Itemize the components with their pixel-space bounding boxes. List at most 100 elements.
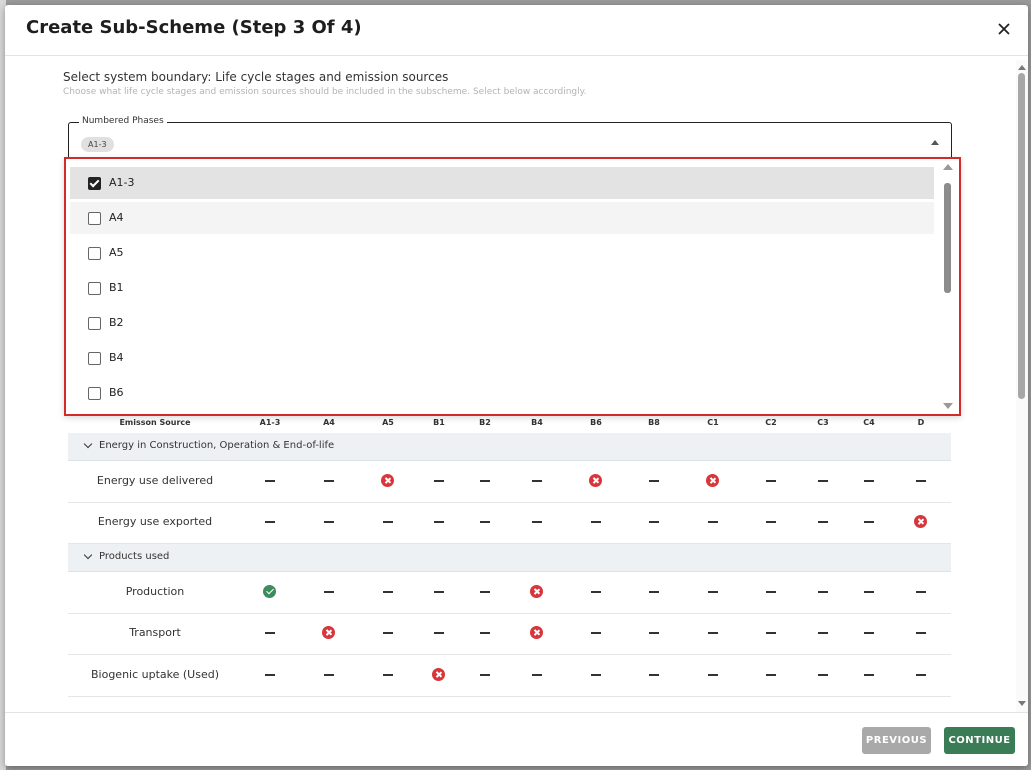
phase-option[interactable]: B2 [70,307,934,339]
checkbox-checked-icon[interactable] [88,177,101,190]
dash-icon [324,480,334,482]
scroll-up-icon[interactable] [1018,65,1026,70]
not-applicable-cell [706,668,720,682]
x-circle-icon [589,474,602,487]
not-applicable-cell [478,474,492,488]
included-icon[interactable] [263,585,277,599]
close-icon [998,23,1010,35]
header-col: C2 [765,418,777,427]
not-applicable-cell [589,668,603,682]
excluded-icon[interactable] [432,668,446,682]
not-applicable-cell [530,474,544,488]
dash-icon [480,521,490,523]
phase-option-label: A5 [109,246,124,259]
dash-icon [434,632,444,634]
section-subtitle: Choose what life cycle stages and emissi… [63,87,587,97]
group-label: Energy in Construction, Operation & End-… [99,440,335,451]
not-applicable-cell [381,668,395,682]
dash-icon [649,480,659,482]
row-label: Energy use delivered [96,474,214,487]
excluded-icon[interactable] [589,474,603,488]
dropdown-scrollbar-thumb[interactable] [944,183,951,293]
excluded-icon[interactable] [381,474,395,488]
not-applicable-cell [322,668,336,682]
dash-icon [818,632,828,634]
dash-icon [591,521,601,523]
dash-icon [649,674,659,676]
dash-icon [591,591,601,593]
not-applicable-cell [478,515,492,529]
not-applicable-cell [816,626,830,640]
excluded-icon[interactable] [706,474,720,488]
phase-option[interactable]: A1-3 [70,167,934,199]
modal-scrollbar-thumb[interactable] [1018,73,1025,399]
not-applicable-cell [816,474,830,488]
excluded-icon[interactable] [914,515,928,529]
scroll-down-icon[interactable] [1018,701,1026,706]
checkbox-icon[interactable] [88,352,101,365]
not-applicable-cell [478,668,492,682]
not-applicable-cell [263,626,277,640]
dash-icon [766,521,776,523]
dash-icon [766,632,776,634]
chevron-down-icon[interactable] [83,550,93,560]
x-circle-icon [914,515,927,528]
chevron-down-icon[interactable] [83,439,93,449]
phase-option[interactable]: B6 [70,377,934,409]
phase-option-label: A1-3 [109,176,135,189]
not-applicable-cell [381,626,395,640]
modal-content: Select system boundary: Life cycle stage… [5,56,1028,711]
not-applicable-cell [764,474,778,488]
table-row: Transport [68,613,951,655]
group-row-products[interactable]: Products used [68,544,951,572]
table-row: Production [68,572,951,614]
checkbox-icon[interactable] [88,247,101,260]
close-button[interactable] [994,19,1014,39]
header-col: A5 [382,418,394,427]
not-applicable-cell [381,515,395,529]
phase-option[interactable]: B1 [70,272,934,304]
header-col: B1 [433,418,445,427]
header-col: B8 [648,418,660,427]
dash-icon [324,591,334,593]
excluded-icon[interactable] [322,626,336,640]
table-row: Energy use exported [68,502,951,544]
caret-up-icon[interactable] [931,140,939,145]
phase-option[interactable]: A5 [70,237,934,269]
dash-icon [434,521,444,523]
check-circle-icon [263,585,276,598]
dash-icon [708,632,718,634]
continue-button[interactable]: CONTINUE [944,727,1015,754]
selected-phase-chip[interactable]: A1-3 [81,137,114,152]
excluded-icon[interactable] [530,626,544,640]
not-applicable-cell [478,626,492,640]
checkbox-icon[interactable] [88,317,101,330]
not-applicable-cell [862,515,876,529]
header-col: C1 [707,418,719,427]
phase-option[interactable]: A4 [70,202,934,234]
not-applicable-cell [647,626,661,640]
checkbox-icon[interactable] [88,212,101,225]
not-applicable-cell [263,668,277,682]
phase-option-label: B4 [109,351,124,364]
previous-button[interactable]: PREVIOUS [862,727,931,754]
dropdown-scroll-down-icon[interactable] [943,403,953,409]
not-applicable-cell [381,585,395,599]
phase-option[interactable]: B4 [70,342,934,374]
group-row-energy[interactable]: Energy in Construction, Operation & End-… [68,433,951,461]
dash-icon [864,632,874,634]
header-col: C3 [817,418,829,427]
phase-option-label: A4 [109,211,124,224]
not-applicable-cell [647,585,661,599]
excluded-icon[interactable] [530,585,544,599]
dropdown-scroll-up-icon[interactable] [943,164,953,170]
dash-icon [818,480,828,482]
dash-icon [864,521,874,523]
dash-icon [916,480,926,482]
checkbox-icon[interactable] [88,282,101,295]
dash-icon [864,480,874,482]
not-applicable-cell [764,668,778,682]
not-applicable-cell [764,515,778,529]
dash-icon [265,674,275,676]
checkbox-icon[interactable] [88,387,101,400]
